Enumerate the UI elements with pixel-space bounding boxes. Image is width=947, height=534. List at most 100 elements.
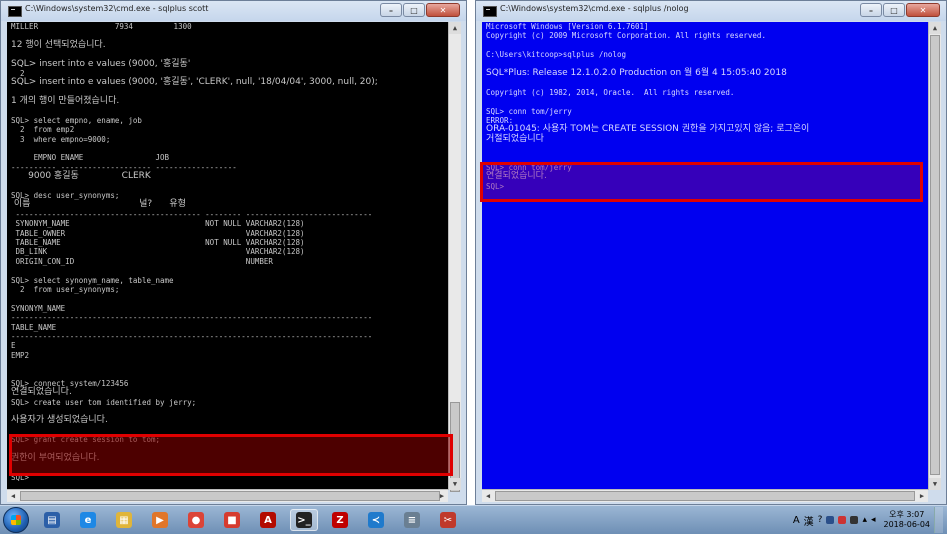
- scroll-up-icon[interactable]: ▲: [929, 22, 941, 34]
- snipping-tool-icon: ✂: [440, 512, 456, 528]
- close-button[interactable]: ✕: [906, 3, 940, 17]
- taskbar-app-sqldev[interactable]: ≡: [398, 509, 426, 531]
- taskbar-app-media[interactable]: ▶: [146, 509, 174, 531]
- console-line: EMP2: [11, 350, 30, 360]
- scroll-left-icon[interactable]: ◀: [482, 490, 494, 502]
- console-line: E: [11, 341, 16, 351]
- scroll-down-icon[interactable]: ▼: [449, 478, 461, 490]
- volume-icon[interactable]: ◂: [871, 515, 876, 525]
- scroll-right-icon[interactable]: ▶: [436, 490, 448, 502]
- console-line: ----------------------------------------…: [11, 331, 373, 341]
- scroll-down-icon[interactable]: ▼: [929, 478, 941, 490]
- internet-explorer-icon: e: [80, 512, 96, 528]
- console-line: TABLE_NAME: [11, 322, 57, 332]
- console-line: MILLER 7934 1300: [11, 22, 192, 31]
- console-line: ----------------------------------------…: [11, 313, 373, 323]
- console-line: SQL> insert into e values (9000, '홍길동', …: [11, 77, 378, 88]
- console-line: SYNONYM_NAME NOT NULL VARCHAR2(128): [11, 219, 305, 229]
- window-title: C:\Windows\system32\cmd.exe - sqlplus /n…: [500, 4, 689, 13]
- console-line: Copyright (c) 1982, 2014, Oracle. All ri…: [486, 87, 735, 97]
- title-bar[interactable]: C:\Windows\system32\cmd.exe - sqlplus sc…: [1, 1, 466, 21]
- vertical-scrollbar[interactable]: ▲ ▼: [448, 22, 461, 492]
- database-icon: ≡: [404, 512, 420, 528]
- taskbar-app-vscode[interactable]: ≺: [362, 509, 390, 531]
- clock-date: 2018-06-04: [883, 520, 931, 529]
- console-line: 이름 널? 유형: [11, 199, 186, 210]
- console-line: C:\Users\kitcoop>sqlplus /nolog: [486, 50, 626, 60]
- taskbar-app-filezilla[interactable]: Z: [326, 509, 354, 531]
- minimize-button[interactable]: –: [380, 3, 402, 17]
- scroll-left-icon[interactable]: ◀: [7, 490, 19, 502]
- console-line: 2 from emp2: [11, 125, 75, 135]
- highlight-box-grant: [9, 434, 453, 476]
- console-output[interactable]: MILLER 7934 1300 12 행이 선택되었습니다. SQL> inser…: [7, 22, 448, 490]
- taskbar-app-files[interactable]: ▦: [110, 509, 138, 531]
- horizontal-scrollbar[interactable]: ◀ ▶: [7, 489, 448, 502]
- file-manager-icon: ▦: [116, 512, 132, 528]
- taskbar-app-app[interactable]: ■: [218, 509, 246, 531]
- console-line: SYNONYM_NAME: [11, 303, 66, 313]
- console-line: SQL> select empno, ename, job: [11, 115, 142, 125]
- console-line: 3 where empno=9000;: [11, 134, 111, 144]
- maximize-button[interactable]: □: [883, 3, 905, 17]
- app-icon: ■: [224, 512, 240, 528]
- title-bar[interactable]: C:\Windows\system32\cmd.exe - sqlplus /n…: [476, 1, 946, 21]
- scroll-thumb[interactable]: [495, 491, 915, 501]
- taskbar-app-acrobat[interactable]: A: [254, 509, 282, 531]
- clock-time: 오후 3:07: [889, 510, 925, 519]
- console-line: 사용자가 생성되었습니다.: [11, 415, 108, 426]
- console-line: ----------------------------------------…: [11, 209, 373, 219]
- scroll-thumb[interactable]: [930, 35, 940, 475]
- window-title: C:\Windows\system32\cmd.exe - sqlplus sc…: [25, 4, 209, 13]
- console-line: ORA-01045: 사용자 TOM는 CREATE SESSION 권한을 가…: [486, 124, 810, 135]
- taskbar: ▤ e ▦ ▶ ● ■ A >_ Z ≺ ≡ ✂ A 漢 ? ▴ ◂ 오후 3:07 2018-06-…: [0, 505, 947, 534]
- chevron-up-icon[interactable]: ▴: [862, 515, 867, 525]
- flag-icon[interactable]: [838, 516, 847, 524]
- ime-mode-indicator[interactable]: A: [793, 515, 800, 526]
- start-button[interactable]: [3, 507, 29, 533]
- console-line: 1 개의 행이 만들어졌습니다.: [11, 96, 120, 107]
- console-line: Microsoft Windows [Version 6.1.7601]: [486, 22, 649, 31]
- console-output[interactable]: Microsoft Windows [Version 6.1.7601] Copy…: [482, 22, 928, 490]
- help-icon[interactable]: ?: [818, 515, 823, 525]
- show-desktop-button[interactable]: [934, 507, 943, 533]
- horizontal-scrollbar[interactable]: ◀ ▶: [482, 489, 928, 502]
- folder-icon: ▤: [44, 512, 60, 528]
- command-prompt-icon: >_: [296, 512, 312, 528]
- console-line: ORIGIN_CON_ID NUMBER: [11, 256, 273, 266]
- clock[interactable]: 오후 3:07 2018-06-04: [884, 510, 931, 530]
- console-line: SQL*Plus: Release 12.1.0.2.0 Production …: [486, 67, 787, 78]
- ime-hanja-icon[interactable]: 漢: [804, 513, 814, 528]
- console-line: SQL> insert into e values (9000, '홍길동': [11, 58, 191, 69]
- console-line: EMPNO ENAME JOB: [11, 153, 170, 163]
- vertical-scrollbar[interactable]: ▲ ▼: [928, 22, 941, 490]
- taskbar-app-snip[interactable]: ✂: [434, 509, 462, 531]
- cmd-window-scott[interactable]: C:\Windows\system32\cmd.exe - sqlplus sc…: [0, 0, 467, 505]
- taskbar-app-chrome[interactable]: ●: [182, 509, 210, 531]
- action-center-icon[interactable]: [826, 516, 835, 524]
- maximize-button[interactable]: □: [403, 3, 425, 17]
- cmd-window-nolog[interactable]: C:\Windows\system32\cmd.exe - sqlplus /n…: [475, 0, 947, 505]
- scroll-thumb[interactable]: [20, 491, 440, 501]
- scroll-right-icon[interactable]: ▶: [916, 490, 928, 502]
- filezilla-icon: Z: [332, 512, 348, 528]
- close-button[interactable]: ✕: [426, 3, 460, 17]
- taskbar-app-explorer[interactable]: ▤: [38, 509, 66, 531]
- taskbar-app-ie[interactable]: e: [74, 509, 102, 531]
- scroll-up-icon[interactable]: ▲: [449, 22, 461, 34]
- taskbar-app-cmd[interactable]: >_: [290, 509, 318, 531]
- cmd-icon: [483, 6, 497, 17]
- console-line: Copyright (c) 2009 Microsoft Corporation…: [486, 31, 766, 41]
- minimize-button[interactable]: –: [860, 3, 882, 17]
- network-icon[interactable]: [850, 516, 859, 524]
